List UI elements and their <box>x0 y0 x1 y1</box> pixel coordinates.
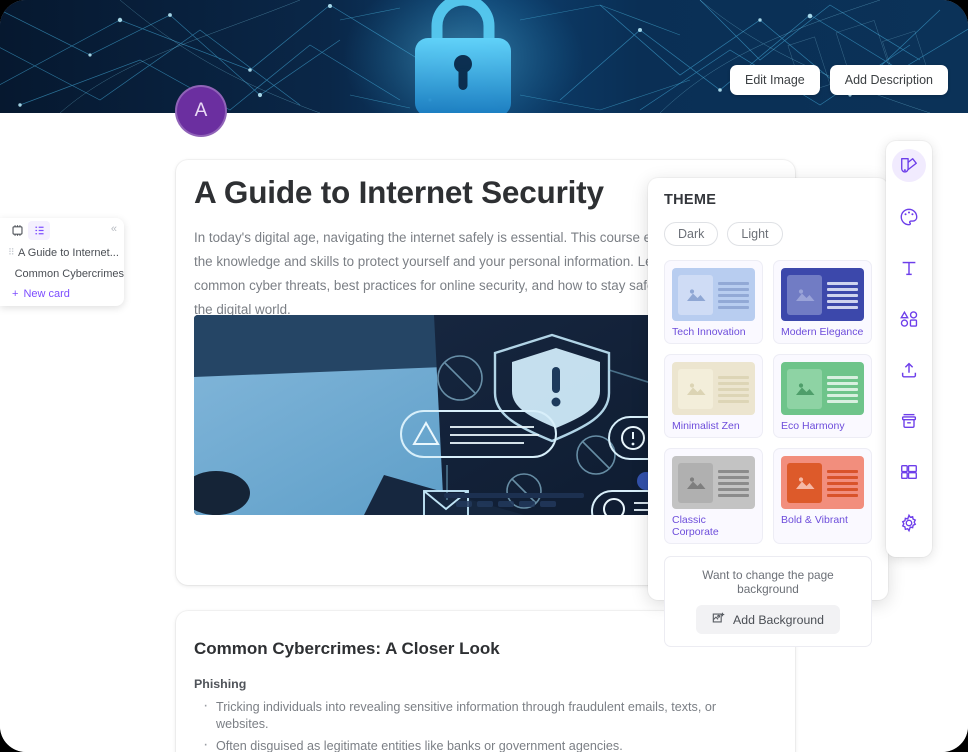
theme-card-label: Bold & Vibrant <box>781 514 848 526</box>
sidebar-item-label: Common Cybercrimes <box>14 267 124 280</box>
theme-preview-image-icon <box>678 462 713 503</box>
sidebar-item-label: A Guide to Internet... <box>18 246 119 259</box>
add-background-button[interactable]: Add Background <box>696 605 840 634</box>
theme-preview-image-icon <box>678 274 713 315</box>
theme-preview-lines <box>718 468 749 497</box>
theme-card-label: Modern Elegance <box>781 326 864 338</box>
theme-brush-icon[interactable] <box>892 149 926 182</box>
avatar[interactable]: A <box>175 85 227 137</box>
plus-icon: + <box>12 288 19 300</box>
theme-preview-lines <box>827 374 858 403</box>
sidebar-item-cybercrimes[interactable]: ⠿ Common Cybercrimes <box>0 263 124 284</box>
upload-icon[interactable] <box>892 353 926 386</box>
theme-preview <box>672 362 755 415</box>
bullet-list: Tricking individuals into revealing sens… <box>200 697 770 752</box>
list-view-icon[interactable] <box>28 220 50 240</box>
theme-preview-lines <box>827 468 858 497</box>
settings-gear-icon[interactable] <box>892 506 926 539</box>
list-item: Often disguised as legitimate entities l… <box>200 736 770 752</box>
app-window: Edit Image Add Description A A Guide to … <box>0 0 968 752</box>
theme-preview <box>672 456 755 509</box>
section-subtitle: Phishing <box>194 677 247 691</box>
theme-preview-lines <box>827 280 858 309</box>
sidebar-item-guide[interactable]: ⠿ A Guide to Internet... <box>0 242 124 263</box>
theme-card[interactable]: Eco Harmony <box>773 354 872 438</box>
sidebar-toolbar: « <box>0 218 124 242</box>
theme-preview <box>672 268 755 321</box>
theme-card-label: Eco Harmony <box>781 420 845 432</box>
theme-card[interactable]: Modern Elegance <box>773 260 872 344</box>
theme-preview-image-icon <box>678 368 713 409</box>
hero-action-buttons: Edit Image Add Description <box>729 65 948 95</box>
grid-view-icon[interactable] <box>6 221 28 240</box>
add-background-label: Add Background <box>733 612 824 627</box>
theme-preview-image-icon <box>787 274 822 315</box>
background-section: Want to change the page background Add B… <box>664 556 872 647</box>
text-icon[interactable] <box>892 251 926 284</box>
light-mode-button[interactable]: Light <box>727 222 783 246</box>
cards-sidebar: « ⠿ A Guide to Internet... ⠿ Common Cybe… <box>0 218 124 306</box>
dark-mode-button[interactable]: Dark <box>664 222 719 246</box>
palette-icon[interactable] <box>892 200 926 233</box>
theme-preview-lines <box>718 280 749 309</box>
edit-image-button[interactable]: Edit Image <box>729 65 820 95</box>
theme-preview-image-icon <box>787 462 822 503</box>
theme-card-label: Tech Innovation <box>672 326 746 338</box>
theme-preview <box>781 456 864 509</box>
new-card-label: New card <box>23 288 70 300</box>
theme-grid: Tech Innovation Modern Elegance Minimalist… <box>664 260 872 544</box>
add-description-button[interactable]: Add Description <box>829 65 948 95</box>
layout-icon[interactable] <box>892 455 926 488</box>
new-card-button[interactable]: + New card <box>0 288 124 300</box>
tools-rail <box>886 141 932 557</box>
theme-panel: THEME Dark Light Tech Innovation Modern E… <box>648 178 888 647</box>
theme-preview <box>781 362 864 415</box>
image-plus-icon <box>712 611 726 628</box>
theme-preview-lines <box>718 374 749 403</box>
hero-banner-image <box>0 0 968 113</box>
theme-card[interactable]: Minimalist Zen <box>664 354 763 438</box>
shapes-icon[interactable] <box>892 302 926 335</box>
theme-preview-image-icon <box>787 368 822 409</box>
theme-preview <box>781 268 864 321</box>
drag-handle-icon[interactable]: ⠿ <box>8 247 18 258</box>
archive-box-icon[interactable] <box>892 404 926 437</box>
theme-card[interactable]: Classic Corporate <box>664 448 763 544</box>
theme-card-label: Minimalist Zen <box>672 420 740 432</box>
hero-banner: Edit Image Add Description <box>0 0 968 113</box>
list-item: Tricking individuals into revealing sens… <box>200 697 770 733</box>
theme-mode-toggle: Dark Light <box>664 222 872 246</box>
page-title: A Guide to Internet Security <box>194 174 604 210</box>
theme-card[interactable]: Tech Innovation <box>664 260 763 344</box>
theme-panel-heading: THEME <box>664 192 717 208</box>
theme-card-label: Classic Corporate <box>672 514 719 538</box>
theme-card[interactable]: Bold & Vibrant <box>773 448 872 544</box>
section-title: Common Cybercrimes: A Closer Look <box>194 639 500 658</box>
sidebar-collapse-icon[interactable]: « <box>111 223 117 235</box>
background-prompt: Want to change the page background <box>702 568 834 596</box>
